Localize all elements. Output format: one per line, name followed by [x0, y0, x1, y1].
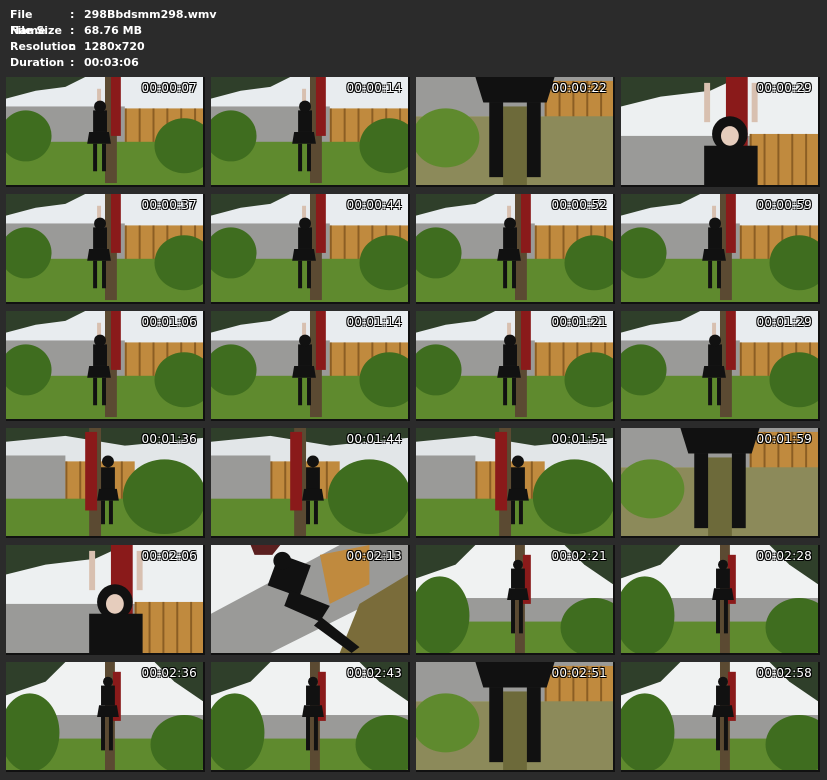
file-size-separator: :: [70, 24, 75, 37]
duration-value: 00:03:06: [84, 56, 139, 69]
file-name-label: File Name: [10, 8, 46, 37]
thumbnail-timestamp: 00:01:51: [551, 432, 607, 446]
file-name-value: 298Bbdsmm298.wmv: [84, 8, 217, 21]
video-thumbnail: 00:01:51: [416, 428, 615, 538]
thumbnail-timestamp: 00:01:06: [141, 315, 197, 329]
duration-label: Duration: [10, 56, 65, 69]
thumbnail-timestamp: 00:02:43: [346, 666, 402, 680]
video-thumbnail: 00:02:13: [211, 545, 410, 655]
file-name-separator: :: [70, 8, 75, 21]
thumbnail-timestamp: 00:00:52: [551, 198, 607, 212]
video-thumbnail: 00:02:43: [211, 662, 410, 772]
duration-row: Duration : 00:03:06: [10, 55, 217, 71]
video-thumbnail: 00:00:07: [6, 77, 205, 187]
thumbnail-timestamp: 00:00:37: [141, 198, 197, 212]
thumbnail-timestamp: 00:02:06: [141, 549, 197, 563]
duration-separator: :: [70, 56, 75, 69]
thumbnail-timestamp: 00:00:44: [346, 198, 402, 212]
thumbnail-timestamp: 00:01:36: [141, 432, 197, 446]
resolution-separator: :: [70, 40, 75, 53]
resolution-label: Resolution: [10, 40, 77, 53]
video-thumbnail: 00:01:59: [621, 428, 820, 538]
file-info-header: File Name : 298Bbdsmm298.wmv File Size :…: [10, 7, 217, 71]
thumbnail-timestamp: 00:00:22: [551, 81, 607, 95]
file-name-row: File Name : 298Bbdsmm298.wmv: [10, 7, 217, 37]
thumbnail-timestamp: 00:02:28: [756, 549, 812, 563]
video-thumbnail: 00:00:52: [416, 194, 615, 304]
video-thumbnail: 00:01:44: [211, 428, 410, 538]
file-size-row: File Size : 68.76 MB: [10, 23, 217, 39]
video-thumbnail: 00:00:14: [211, 77, 410, 187]
video-thumbnail: 00:01:06: [6, 311, 205, 421]
video-thumbnail: 00:00:29: [621, 77, 820, 187]
thumbnail-timestamp: 00:02:36: [141, 666, 197, 680]
video-thumbnail: 00:01:29: [621, 311, 820, 421]
video-thumbnail: 00:02:36: [6, 662, 205, 772]
thumbnail-timestamp: 00:00:59: [756, 198, 812, 212]
video-thumbnail: 00:01:36: [6, 428, 205, 538]
video-thumbnail: 00:01:21: [416, 311, 615, 421]
thumbnail-timestamp: 00:02:51: [551, 666, 607, 680]
video-thumbnail: 00:00:37: [6, 194, 205, 304]
thumbnail-timestamp: 00:01:29: [756, 315, 812, 329]
thumbnail-grid: 00:00:07 00:00:14 00:00:22 00:00:29 00:00:37…: [6, 77, 822, 775]
resolution-row: Resolution : 1280x720: [10, 39, 217, 55]
thumbnail-timestamp: 00:02:13: [346, 549, 402, 563]
video-thumbnail: 00:02:58: [621, 662, 820, 772]
video-thumbnail: 00:02:21: [416, 545, 615, 655]
thumbnail-timestamp: 00:02:58: [756, 666, 812, 680]
video-thumbnail: 00:00:59: [621, 194, 820, 304]
video-thumbnail: 00:02:51: [416, 662, 615, 772]
thumbnail-timestamp: 00:00:29: [756, 81, 812, 95]
thumbnail-timestamp: 00:00:14: [346, 81, 402, 95]
thumbnail-timestamp: 00:01:59: [756, 432, 812, 446]
thumbnail-timestamp: 00:01:21: [551, 315, 607, 329]
file-size-label: File Size: [10, 24, 62, 37]
video-thumbnail: 00:00:44: [211, 194, 410, 304]
video-thumbnail: 00:00:22: [416, 77, 615, 187]
video-thumbnail: 00:02:28: [621, 545, 820, 655]
thumbnail-timestamp: 00:01:14: [346, 315, 402, 329]
resolution-value: 1280x720: [84, 40, 145, 53]
thumbnail-timestamp: 00:01:44: [346, 432, 402, 446]
thumbnail-timestamp: 00:02:21: [551, 549, 607, 563]
thumbnail-timestamp: 00:00:07: [141, 81, 197, 95]
video-thumbnail: 00:02:06: [6, 545, 205, 655]
video-thumbnail: 00:01:14: [211, 311, 410, 421]
file-size-value: 68.76 MB: [84, 24, 142, 37]
